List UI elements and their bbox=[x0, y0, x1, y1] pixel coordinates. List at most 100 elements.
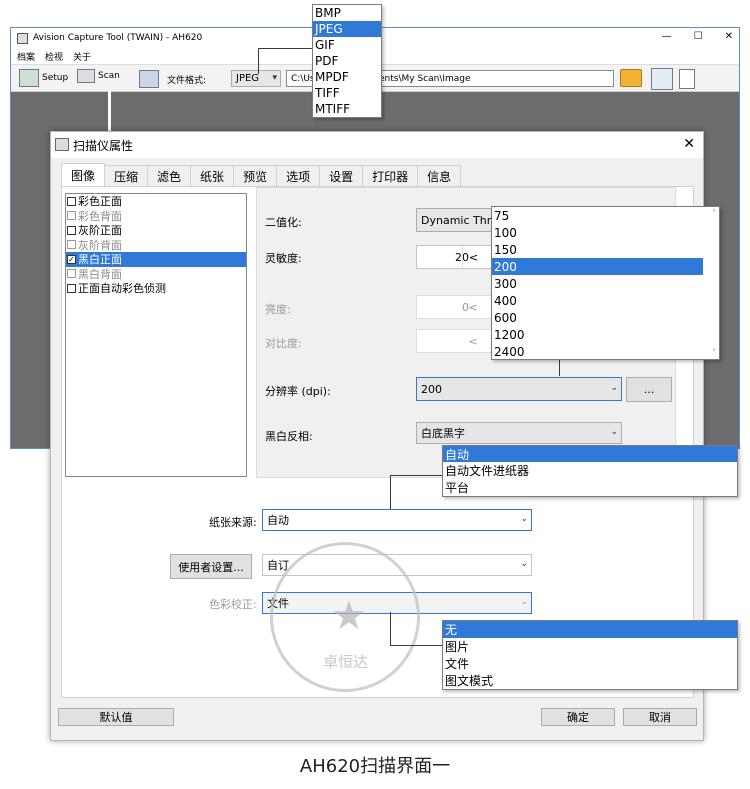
ok-button[interactable]: 确定 bbox=[541, 708, 615, 726]
resolution-option[interactable]: 150 bbox=[492, 241, 719, 258]
image-type-list: 彩色正面 彩色背面 灰阶正面 灰阶背面 ✓ 黑白正面 黑白背面 正面自动彩色侦测 bbox=[65, 193, 247, 477]
paper-source-value: 自动 bbox=[267, 514, 289, 527]
save-icon[interactable] bbox=[139, 70, 159, 88]
chevron-down-icon: ⌄ bbox=[520, 559, 528, 569]
setup-icon bbox=[19, 69, 39, 87]
fit-page-icon[interactable] bbox=[651, 68, 673, 90]
resolution-option[interactable]: 100 bbox=[492, 224, 719, 241]
decrease-icon[interactable]: < bbox=[462, 246, 484, 268]
checkbox[interactable] bbox=[67, 225, 76, 235]
list-item[interactable]: 灰阶正面 bbox=[66, 223, 246, 238]
checkbox[interactable] bbox=[67, 196, 76, 206]
resolution-option[interactable]: 75 bbox=[492, 207, 719, 224]
tab-image[interactable]: 图像 bbox=[61, 163, 106, 186]
resolution-more-button[interactable]: ... bbox=[626, 377, 672, 402]
file-format-select[interactable]: JPEG ▾ bbox=[231, 70, 281, 87]
setup-label: Setup bbox=[42, 73, 69, 83]
checkbox[interactable] bbox=[67, 240, 76, 250]
menu-about[interactable]: 关于 bbox=[73, 50, 91, 63]
list-item[interactable]: 灰阶背面 bbox=[66, 238, 246, 253]
format-option[interactable]: MTIFF bbox=[313, 101, 381, 117]
list-item[interactable]: ✓ 黑白正面 bbox=[66, 252, 246, 267]
path-suffix: ents\My Scan\Image bbox=[379, 73, 471, 84]
maximize-icon[interactable]: ☐ bbox=[694, 31, 703, 42]
cancel-button[interactable]: 取消 bbox=[623, 708, 697, 726]
list-item[interactable]: 彩色正面 bbox=[66, 194, 246, 209]
format-option[interactable]: BMP bbox=[313, 5, 381, 21]
main-window-title: Avision Capture Tool (TWAIN) - AH620 bbox=[33, 33, 203, 43]
invert-label: 黑白反相: bbox=[265, 430, 313, 443]
list-item[interactable]: 黑白背面 bbox=[66, 267, 246, 282]
image-caption: AH620扫描界面一 bbox=[299, 756, 451, 777]
decrease-icon[interactable]: < bbox=[462, 330, 484, 352]
color-correction-option[interactable]: 文件 bbox=[443, 655, 737, 672]
color-correction-option[interactable]: 图片 bbox=[443, 638, 737, 655]
format-option[interactable]: TIFF bbox=[313, 85, 381, 101]
resolution-option[interactable]: 2400 bbox=[492, 343, 719, 360]
check-icon[interactable]: ✓ bbox=[67, 254, 76, 264]
tab-compression[interactable]: 压缩 bbox=[104, 165, 149, 186]
checkbox[interactable] bbox=[67, 211, 76, 221]
file-format-label: 文件格式: bbox=[167, 76, 207, 86]
scan-button[interactable]: Scan bbox=[77, 69, 120, 83]
paper-source-option[interactable]: 自动 bbox=[443, 446, 737, 462]
format-option[interactable]: GIF bbox=[313, 37, 381, 53]
resolution-select[interactable]: 200 ⌄ bbox=[416, 377, 622, 401]
file-format-value: JPEG bbox=[236, 73, 260, 84]
resolution-option[interactable]: 200 bbox=[492, 258, 703, 275]
page-icon[interactable] bbox=[679, 69, 695, 89]
scanner-icon bbox=[55, 138, 69, 151]
tab-options[interactable]: 选项 bbox=[276, 165, 321, 186]
tab-info[interactable]: 信息 bbox=[417, 165, 462, 186]
format-option[interactable]: JPEG bbox=[313, 21, 381, 37]
paper-source-select[interactable]: 自动 ⌄ bbox=[262, 509, 532, 531]
list-item[interactable]: 正面自动彩色侦测 bbox=[66, 281, 246, 296]
file-format-dropdown: BMP JPEG GIF PDF MPDF TIFF MTIFF bbox=[312, 4, 382, 118]
chevron-down-icon: ▾ bbox=[272, 73, 277, 83]
checkbox[interactable] bbox=[67, 283, 76, 293]
close-icon[interactable]: ✕ bbox=[725, 31, 733, 42]
dialog-close-icon[interactable]: ✕ bbox=[683, 136, 695, 152]
color-correction-option[interactable]: 无 bbox=[443, 621, 737, 638]
resolution-option[interactable]: 400 bbox=[492, 292, 719, 309]
connector-line bbox=[108, 91, 111, 131]
color-correction-option[interactable]: 图文模式 bbox=[443, 672, 737, 689]
tab-preview[interactable]: 预览 bbox=[233, 165, 278, 186]
color-correction-label: 色彩校正: bbox=[209, 598, 257, 611]
user-settings-button[interactable]: 使用者设置... bbox=[170, 554, 252, 579]
connector-line bbox=[559, 358, 560, 376]
format-option[interactable]: MPDF bbox=[313, 69, 381, 85]
resolution-option[interactable]: 1200 bbox=[492, 326, 719, 343]
paper-source-option[interactable]: 自动文件进纸器 bbox=[443, 462, 737, 479]
decrease-icon[interactable]: < bbox=[462, 296, 484, 318]
tab-settings[interactable]: 设置 bbox=[319, 165, 364, 186]
scroll-up-icon[interactable]: ˄ bbox=[712, 209, 716, 218]
tab-color-filter[interactable]: 滤色 bbox=[147, 165, 192, 186]
paper-source-option[interactable]: 平台 bbox=[443, 479, 737, 496]
dialog-title-bar: 扫描仪属性 bbox=[51, 132, 703, 158]
connector-line bbox=[390, 612, 391, 645]
checkbox[interactable] bbox=[67, 269, 76, 279]
connector-line bbox=[390, 645, 442, 646]
paper-source-dropdown: 自动 自动文件进纸器 平台 bbox=[442, 445, 738, 497]
scroll-down-icon[interactable]: ˅ bbox=[712, 348, 716, 357]
resolution-value: 200 bbox=[421, 382, 442, 396]
chevron-down-icon: ⌄ bbox=[520, 597, 528, 607]
folder-icon[interactable] bbox=[620, 69, 642, 87]
resolution-option[interactable]: 300 bbox=[492, 275, 719, 292]
list-item[interactable]: 彩色背面 bbox=[66, 209, 246, 224]
menu-file[interactable]: 档案 bbox=[17, 50, 35, 63]
connector-line bbox=[258, 48, 259, 74]
invert-select[interactable]: 白底黑字 ⌄ bbox=[416, 422, 622, 444]
tab-printer[interactable]: 打印器 bbox=[362, 165, 419, 186]
tab-paper[interactable]: 纸张 bbox=[190, 165, 235, 186]
menu-view[interactable]: 检视 bbox=[45, 50, 63, 63]
minimize-icon[interactable]: — bbox=[662, 31, 672, 42]
resolution-label: 分辨率 (dpi): bbox=[265, 385, 331, 398]
star-icon: ★ bbox=[331, 593, 367, 639]
default-button[interactable]: 默认值 bbox=[58, 708, 174, 726]
sensitivity-label: 灵敏度: bbox=[265, 252, 302, 265]
format-option[interactable]: PDF bbox=[313, 53, 381, 69]
resolution-option[interactable]: 600 bbox=[492, 309, 719, 326]
setup-button[interactable]: Setup bbox=[19, 69, 68, 87]
